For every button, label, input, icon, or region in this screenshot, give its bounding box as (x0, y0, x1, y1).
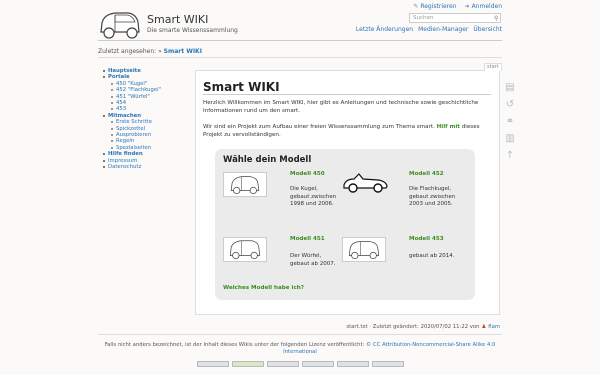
model-451-image[interactable] (223, 237, 267, 262)
site-title[interactable]: Smart WIKI (147, 13, 208, 26)
model-450-image[interactable] (223, 172, 267, 197)
sidebar: Hauptseite Portale 450 "Kugel" 452 "Flac… (102, 68, 161, 171)
site-tagline: Die smarte Wissenssammlung (147, 27, 238, 34)
recent-changes-link[interactable]: Letzte Änderungen (356, 26, 413, 33)
license-text: Falls nicht anders bezeichnet, ist der I… (104, 342, 496, 356)
model-452-link[interactable]: Modell 452 (409, 171, 444, 177)
login-link[interactable]: ➜ Anmelden (465, 3, 502, 10)
model-453-description: gebaut ab 2014. (409, 253, 455, 259)
model-452-image[interactable] (342, 170, 388, 194)
model-451-description: Der Würfel, gebaut ab 2007. (290, 253, 336, 267)
html5-badge[interactable] (302, 361, 334, 367)
media-manager-link[interactable]: Medien-Manager (418, 26, 468, 33)
intro-text: Herzlich Willkommen im Smart WIKI, hier … (203, 100, 479, 114)
export-pdf-icon[interactable]: ▥ (504, 133, 516, 145)
page-tools: ▤ ↺ ⚭ ▥ ↑ (504, 82, 516, 162)
site-tools: Letzte Änderungen Medien-Manager Übersic… (356, 26, 502, 33)
model-450-link[interactable]: Modell 450 (290, 171, 325, 177)
php-badge[interactable] (267, 361, 299, 367)
css-badge[interactable] (337, 361, 369, 367)
user-icon: ♟ (481, 324, 487, 330)
model-452-description: Die Flachkugel, gebaut zwischen 2003 und… (409, 186, 456, 208)
register-link[interactable]: ✎ Registrieren (413, 3, 456, 10)
author-link[interactable]: flam (488, 324, 500, 330)
login-icon: ➜ (464, 3, 470, 10)
search-input[interactable]: Suchen (409, 13, 501, 23)
model-451-link[interactable]: Modell 451 (290, 236, 325, 242)
sitemap-link[interactable]: Übersicht (473, 26, 502, 33)
title-divider (203, 94, 491, 95)
old-revisions-icon[interactable]: ↺ (504, 99, 516, 111)
footer-badges (197, 361, 404, 367)
dokuwiki-badge[interactable] (372, 361, 404, 367)
model-453-image[interactable] (342, 237, 386, 262)
breadcrumb-label: Zuletzt angesehen: (98, 48, 157, 55)
page-id-tab: start (484, 63, 502, 71)
sidebar-item-datenschutz[interactable]: Datenschutz (102, 164, 161, 170)
cc-license-badge[interactable] (197, 361, 229, 367)
register-icon: ✎ (413, 3, 419, 10)
cc-icon: © (366, 342, 372, 348)
smart-car-logo-icon (100, 12, 140, 39)
breadcrumb-item[interactable]: Smart WIKI (164, 48, 202, 55)
project-text: Wir sind ein Projekt zum Aufbau einer fr… (203, 124, 480, 138)
breadcrumb: Zuletzt angesehen: » Smart WIKI (98, 48, 202, 55)
site-logo[interactable] (98, 10, 142, 40)
smart-450-car-icon (230, 176, 260, 195)
page-title: Smart WIKI (203, 80, 280, 94)
smart-453-car-icon (348, 241, 380, 260)
model-450-description: Die Kugel, gebaut zwischen 1998 und 2006… (290, 186, 337, 208)
header-divider (98, 40, 502, 41)
help-link[interactable]: Hilf mit (437, 124, 460, 130)
which-model-link[interactable]: Welches Modell habe ich? (223, 285, 304, 291)
breadcrumb-divider (98, 57, 502, 58)
footer-divider (98, 334, 502, 335)
show-source-icon[interactable]: ▤ (504, 82, 516, 94)
model-453-link[interactable]: Modell 453 (409, 236, 444, 242)
smart-451-car-icon (229, 240, 261, 260)
search-icon[interactable]: ⚲ (494, 15, 500, 22)
breadcrumb-separator: » (158, 48, 162, 55)
donate-badge[interactable] (232, 361, 264, 367)
doc-info: start.txt · Zuletzt geändert: 2020/07/02… (346, 324, 500, 330)
user-tools: ✎ Registrieren ➜ Anmelden (413, 3, 502, 10)
model-chooser-title: Wähle dein Modell (223, 155, 312, 165)
back-to-top-icon[interactable]: ↑ (504, 150, 516, 162)
backlinks-icon[interactable]: ⚭ (504, 116, 516, 128)
smart-452-roadster-icon (343, 173, 388, 193)
